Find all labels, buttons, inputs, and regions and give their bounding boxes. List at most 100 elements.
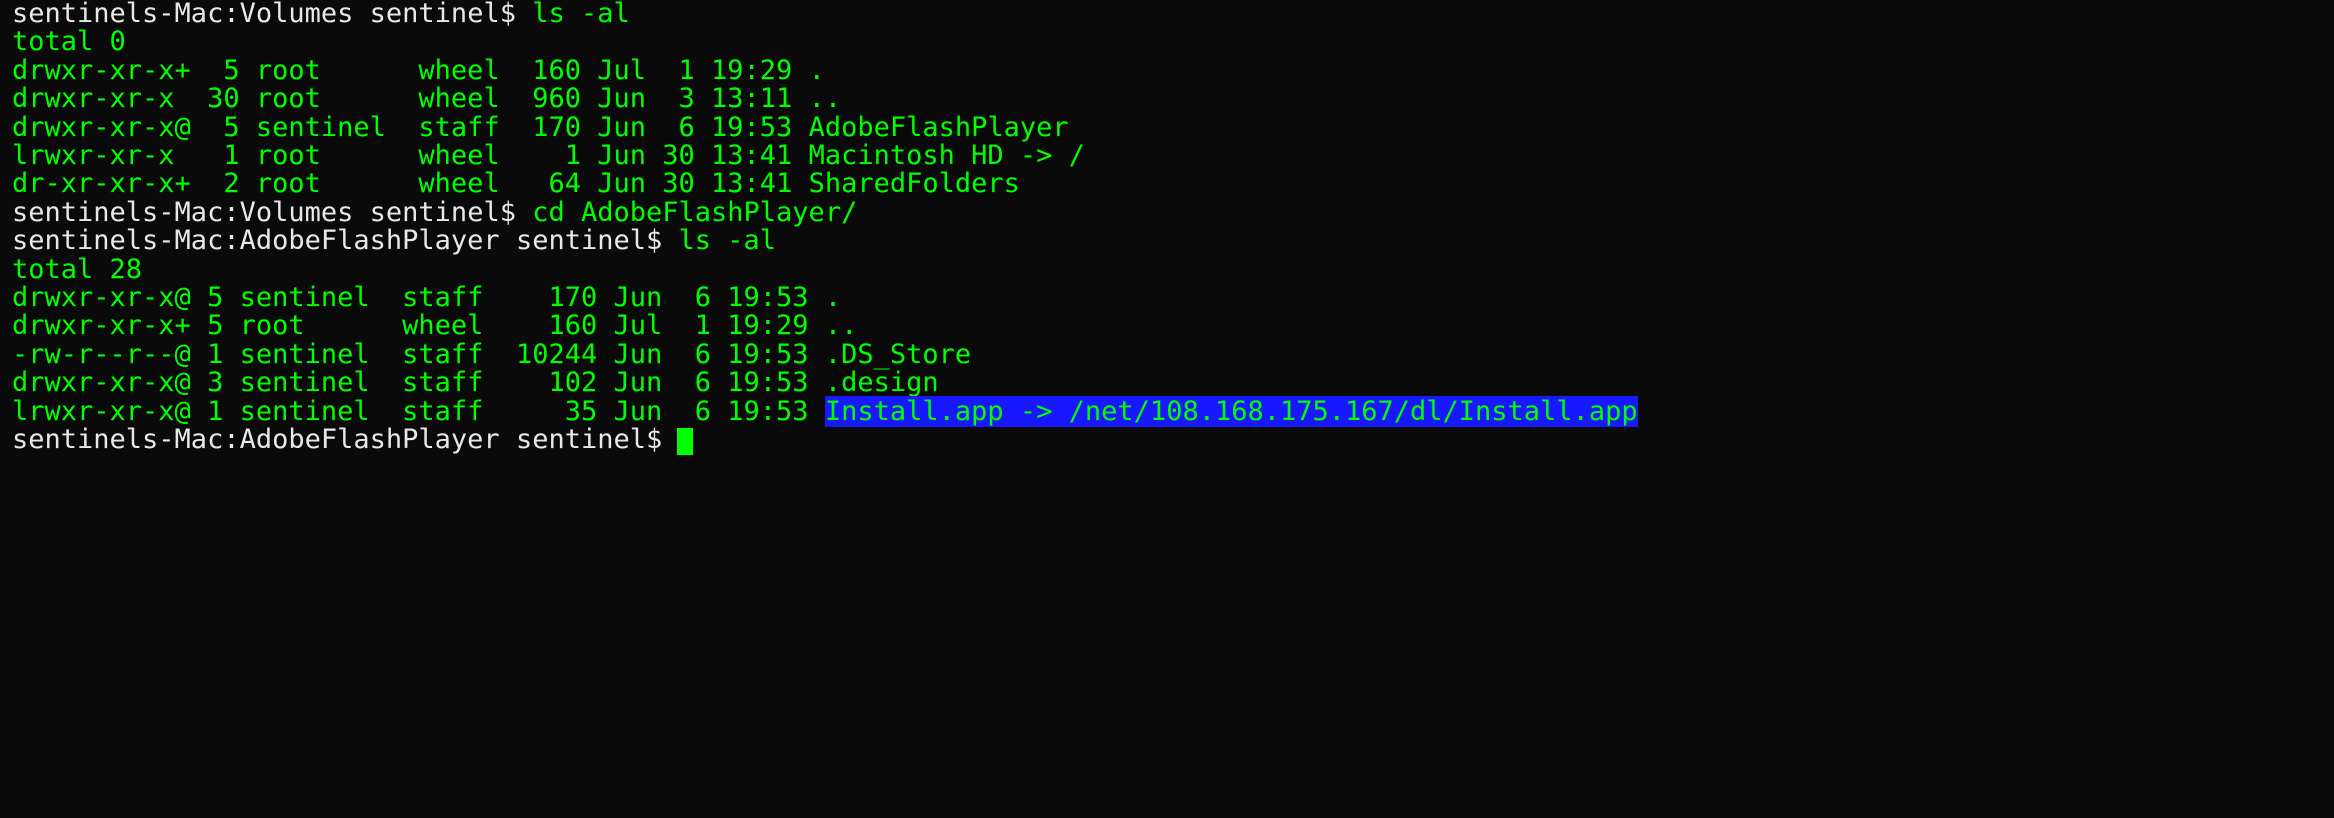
prompt-sep: : [223, 225, 239, 256]
ls-row: drwxr-xr-x@ 5 sentinel staff 170 Jun 6 1… [12, 284, 2326, 312]
prompt-symbol: $ [500, 197, 533, 228]
ls-row: dr-xr-xr-x+ 2 root wheel 64 Jun 30 13:41… [12, 170, 2326, 198]
ls-row: drwxr-xr-x+ 5 root wheel 160 Jul 1 19:29… [12, 57, 2326, 85]
ls-total: total 0 [12, 28, 2326, 56]
ls-perm: drwxr-xr-x [12, 83, 191, 114]
ls-date: Jun 6 19:53 [597, 367, 808, 398]
ls-links: 1 [191, 140, 240, 171]
ls-name: .. [825, 310, 858, 341]
ls-links: 5 [191, 55, 240, 86]
ls-owner: root [240, 140, 386, 171]
prompt-line: sentinels-Mac:Volumes sentinel$ cd Adobe… [12, 199, 2326, 227]
prompt-path: AdobeFlashPlayer [240, 225, 500, 256]
ls-name: Macintosh HD -> / [809, 140, 1085, 171]
ls-name: .design [825, 367, 939, 398]
ls-name: . [809, 55, 825, 86]
prompt-line: sentinels-Mac:AdobeFlashPlayer sentinel$… [12, 227, 2326, 255]
ls-row: lrwxr-xr-x@ 1 sentinel staff 35 Jun 6 19… [12, 398, 2326, 426]
ls-links: 5 [191, 310, 224, 341]
ls-group: staff [386, 112, 500, 143]
ls-date: Jul 1 19:29 [581, 55, 792, 86]
prompt-host: sentinels-Mac [12, 197, 223, 228]
ls-owner: root [240, 168, 386, 199]
prompt-path: Volumes [240, 197, 354, 228]
ls-name: SharedFolders [809, 168, 1020, 199]
prompt-sep: : [223, 424, 239, 455]
ls-date: Jun 30 13:41 [581, 168, 792, 199]
prompt-symbol: $ [646, 424, 679, 455]
ls-group: wheel [386, 83, 500, 114]
ls-owner: sentinel [240, 112, 386, 143]
ls-owner: root [240, 55, 386, 86]
ls-owner: root [223, 310, 369, 341]
prompt-line: sentinels-Mac:AdobeFlashPlayer sentinel$ [12, 426, 2326, 455]
ls-links: 5 [191, 282, 224, 313]
prompt-host: sentinels-Mac [12, 424, 223, 455]
ls-group: wheel [386, 140, 500, 171]
ls-name: .DS_Store [825, 339, 971, 370]
ls-perm: lrwxr-xr-x [12, 140, 191, 171]
ls-group: staff [370, 367, 484, 398]
terminal-window[interactable]: sentinels-Mac:Volumes sentinel$ ls -alto… [0, 0, 2334, 455]
ls-row: drwxr-xr-x@ 3 sentinel staff 102 Jun 6 1… [12, 369, 2326, 397]
ls-size: 64 [500, 168, 581, 199]
ls-links: 3 [191, 367, 224, 398]
prompt-user: sentinel [516, 225, 646, 256]
ls-size: 102 [483, 367, 597, 398]
ls-date: Jun 6 19:53 [581, 112, 792, 143]
ls-links: 5 [191, 112, 240, 143]
ls-size: 10244 [483, 339, 597, 370]
ls-group: wheel [386, 55, 500, 86]
ls-total-text: total 28 [12, 254, 142, 285]
prompt-host: sentinels-Mac [12, 225, 223, 256]
prompt-line: sentinels-Mac:Volumes sentinel$ ls -al [12, 0, 2326, 28]
command-text[interactable]: ls -al [532, 0, 630, 29]
ls-owner: sentinel [223, 282, 369, 313]
prompt-sep: : [223, 0, 239, 29]
ls-perm: -rw-r--r--@ [12, 339, 191, 370]
ls-size: 1 [500, 140, 581, 171]
ls-group: staff [370, 339, 484, 370]
ls-date: Jun 3 13:11 [581, 83, 792, 114]
ls-size: 160 [483, 310, 597, 341]
command-text[interactable]: cd AdobeFlashPlayer/ [532, 197, 857, 228]
ls-row: drwxr-xr-x 30 root wheel 960 Jun 3 13:11… [12, 85, 2326, 113]
ls-date: Jun 30 13:41 [581, 140, 792, 171]
ls-links: 1 [191, 339, 224, 370]
ls-links: 1 [191, 396, 224, 427]
ls-perm: drwxr-xr-x@ [12, 367, 191, 398]
ls-row: -rw-r--r--@ 1 sentinel staff 10244 Jun 6… [12, 341, 2326, 369]
ls-group: wheel [370, 310, 484, 341]
ls-row: lrwxr-xr-x 1 root wheel 1 Jun 30 13:41 M… [12, 142, 2326, 170]
ls-size: 170 [500, 112, 581, 143]
ls-name: Install.app -> /net/108.168.175.167/dl/I… [825, 396, 1638, 427]
ls-name: . [825, 282, 841, 313]
ls-row: drwxr-xr-x@ 5 sentinel staff 170 Jun 6 1… [12, 114, 2326, 142]
prompt-path: AdobeFlashPlayer [240, 424, 500, 455]
prompt-symbol: $ [646, 225, 679, 256]
ls-name: AdobeFlashPlayer [809, 112, 1069, 143]
ls-size: 160 [500, 55, 581, 86]
ls-links: 2 [191, 168, 240, 199]
prompt-path: Volumes [240, 0, 354, 29]
prompt-symbol: $ [500, 0, 533, 29]
prompt-sep: : [223, 197, 239, 228]
ls-total: total 28 [12, 256, 2326, 284]
ls-total-text: total 0 [12, 26, 126, 57]
ls-perm: drwxr-xr-x+ [12, 55, 191, 86]
ls-date: Jul 1 19:29 [597, 310, 808, 341]
ls-size: 35 [483, 396, 597, 427]
ls-size: 960 [500, 83, 581, 114]
ls-name: .. [809, 83, 842, 114]
ls-group: wheel [386, 168, 500, 199]
ls-owner: sentinel [223, 367, 369, 398]
ls-group: staff [370, 282, 484, 313]
ls-date: Jun 6 19:53 [597, 282, 808, 313]
ls-owner: sentinel [223, 339, 369, 370]
ls-perm: drwxr-xr-x@ [12, 112, 191, 143]
prompt-user: sentinel [370, 0, 500, 29]
command-text[interactable]: ls -al [679, 225, 777, 256]
cursor [677, 428, 693, 455]
ls-perm: drwxr-xr-x+ [12, 310, 191, 341]
ls-size: 170 [483, 282, 597, 313]
